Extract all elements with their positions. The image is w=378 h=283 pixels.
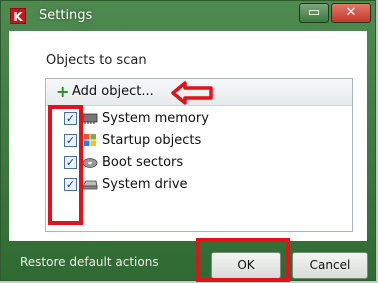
system-memory-label: System memory xyxy=(102,111,209,126)
minimize-button[interactable]: ▭ xyxy=(299,3,329,23)
ok-highlight-box xyxy=(196,238,290,282)
cancel-button[interactable]: Cancel xyxy=(292,252,368,279)
title-bar[interactable]: K Settings ▭ ✕ xyxy=(1,1,375,31)
add-object-label: Add object... xyxy=(72,84,154,99)
add-object-arrow-annotation xyxy=(171,81,213,105)
list-item-system-memory: ✓ System memory xyxy=(46,109,352,131)
close-button[interactable]: ✕ xyxy=(331,3,371,23)
plus-icon: + xyxy=(56,82,70,101)
section-title: Objects to scan xyxy=(46,53,147,68)
windows-logo-icon xyxy=(82,133,98,147)
list-item-boot-sectors: ✓ Boot sectors xyxy=(46,153,352,175)
kaspersky-app-icon: K xyxy=(10,8,26,24)
memory-chip-icon xyxy=(82,111,98,125)
list-item-system-drive: ✓ System drive xyxy=(46,175,352,197)
startup-objects-label: Startup objects xyxy=(102,133,202,148)
restore-defaults-link[interactable]: Restore default actions xyxy=(20,255,159,269)
window-title: Settings xyxy=(39,8,93,23)
settings-window: K Settings ▭ ✕ Objects to scan + Add obj… xyxy=(0,0,376,282)
system-drive-label: System drive xyxy=(102,177,188,192)
dialog-footer: Restore default actions OK Cancel xyxy=(1,238,375,282)
boot-sectors-label: Boot sectors xyxy=(102,155,184,170)
disk-icon xyxy=(82,155,98,169)
drive-icon xyxy=(82,177,98,191)
dialog-body: Objects to scan + Add object... ✓ System… xyxy=(9,31,367,241)
checkbox-highlight-box xyxy=(48,105,83,225)
list-item-startup-objects: ✓ Startup objects xyxy=(46,131,352,153)
